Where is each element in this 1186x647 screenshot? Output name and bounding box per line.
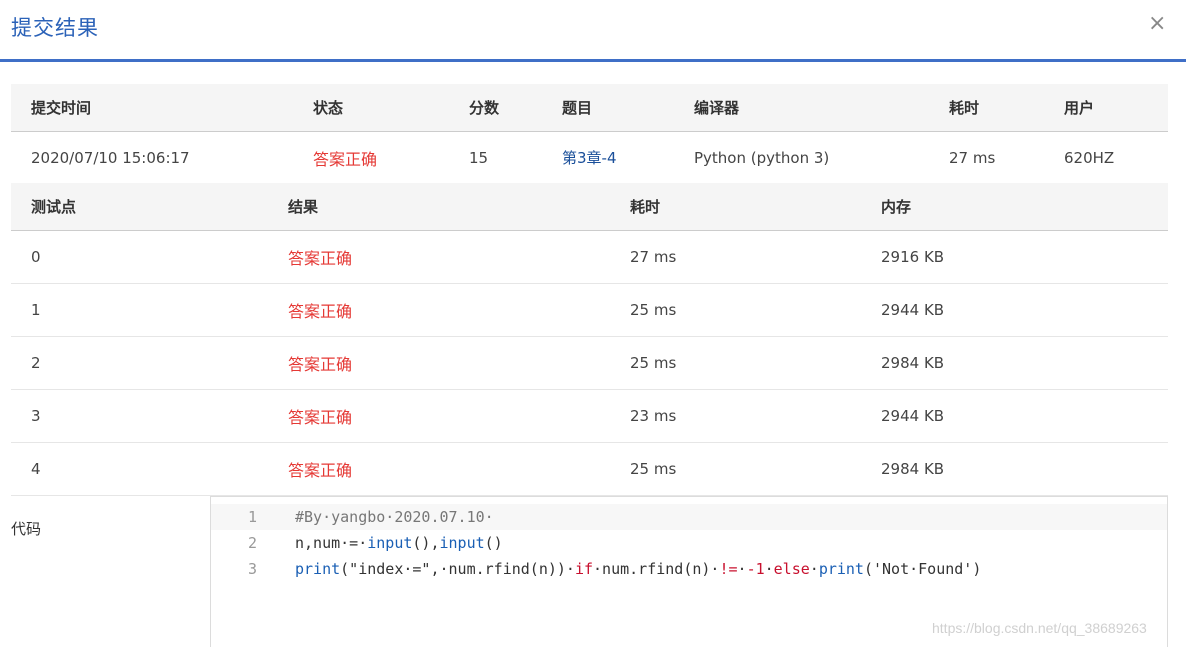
header-time: 耗时 — [610, 183, 861, 231]
status-text: 答案正确 — [293, 131, 449, 185]
summary-header-row: 提交时间 状态 分数 题目 编译器 耗时 用户 — [11, 84, 1168, 132]
case-result: 答案正确 — [268, 230, 610, 284]
header-compiler: 编译器 — [674, 84, 929, 132]
case-id: 1 — [11, 283, 268, 337]
code-text[interactable]: print("index·=",·num.rfind(n))·if·num.rf… — [295, 556, 981, 582]
case-memory: 2944 KB — [861, 389, 1168, 443]
case-result: 答案正确 — [268, 283, 610, 337]
line-number: 1 — [247, 508, 257, 526]
cases-header-row: 测试点 结果 耗时 内存 — [11, 183, 1168, 231]
header-memory: 内存 — [861, 183, 1168, 231]
code-line[interactable]: 3 print("index·=",·num.rfind(n))·if·num.… — [211, 556, 1167, 582]
header-problem: 题目 — [542, 84, 674, 132]
table-row: 0 答案正确 27 ms 2916 KB — [11, 230, 1168, 284]
table-row: 3 答案正确 23 ms 2944 KB — [11, 389, 1168, 443]
case-memory: 2984 KB — [861, 336, 1168, 390]
case-memory: 2944 KB — [861, 283, 1168, 337]
dialog-header: 提交结果 × — [0, 0, 1186, 62]
user: 620HZ — [1044, 131, 1168, 185]
header-status: 状态 — [293, 84, 449, 132]
code-text[interactable]: n,num·=·input(),input() — [295, 530, 503, 556]
case-time: 25 ms — [610, 442, 861, 496]
score: 15 — [449, 131, 542, 185]
line-number: 2 — [247, 534, 257, 552]
case-result: 答案正确 — [268, 442, 610, 496]
compiler: Python (python 3) — [674, 131, 929, 185]
case-result: 答案正确 — [268, 389, 610, 443]
case-memory: 2984 KB — [861, 442, 1168, 496]
submit-time: 2020/07/10 15:06:17 — [11, 131, 293, 185]
case-id: 0 — [11, 230, 268, 284]
close-icon[interactable]: × — [1148, 11, 1166, 37]
header-user: 用户 — [1044, 84, 1168, 132]
code-label: 代码 — [11, 520, 42, 538]
header-submit-time: 提交时间 — [11, 84, 293, 132]
case-id: 2 — [11, 336, 268, 390]
test-cases-table: 测试点 结果 耗时 内存 0 答案正确 27 ms 2916 KB 1 答案正确… — [11, 183, 1168, 496]
table-row: 2 答案正确 25 ms 2984 KB — [11, 336, 1168, 390]
header-result: 结果 — [268, 183, 610, 231]
case-time: 23 ms — [610, 389, 861, 443]
line-number: 3 — [247, 560, 257, 578]
case-time: 25 ms — [610, 283, 861, 337]
dialog-title: 提交结果 — [11, 16, 99, 40]
case-id: 4 — [11, 442, 268, 496]
case-time: 25 ms — [610, 336, 861, 390]
header-duration: 耗时 — [929, 84, 1044, 132]
code-line[interactable]: 1 #By·yangbo·2020.07.10· — [211, 504, 1167, 530]
header-score: 分数 — [449, 84, 542, 132]
case-result: 答案正确 — [268, 336, 610, 390]
duration: 27 ms — [929, 131, 1044, 185]
summary-table: 提交时间 状态 分数 题目 编译器 耗时 用户 2020/07/10 15:06… — [11, 84, 1168, 185]
table-row: 4 答案正确 25 ms 2984 KB — [11, 442, 1168, 496]
summary-row: 2020/07/10 15:06:17 答案正确 15 第3章-4 Python… — [11, 131, 1168, 185]
watermark: https://blog.csdn.net/qq_38689263 — [932, 620, 1147, 636]
table-row: 1 答案正确 25 ms 2944 KB — [11, 283, 1168, 337]
case-time: 27 ms — [610, 230, 861, 284]
case-memory: 2916 KB — [861, 230, 1168, 284]
code-text[interactable]: #By·yangbo·2020.07.10· — [295, 504, 494, 530]
problem-link[interactable]: 第3章-4 — [542, 131, 674, 185]
case-id: 3 — [11, 389, 268, 443]
header-test-point: 测试点 — [11, 183, 268, 231]
code-line[interactable]: 2 n,num·=·input(),input() — [211, 530, 1167, 556]
